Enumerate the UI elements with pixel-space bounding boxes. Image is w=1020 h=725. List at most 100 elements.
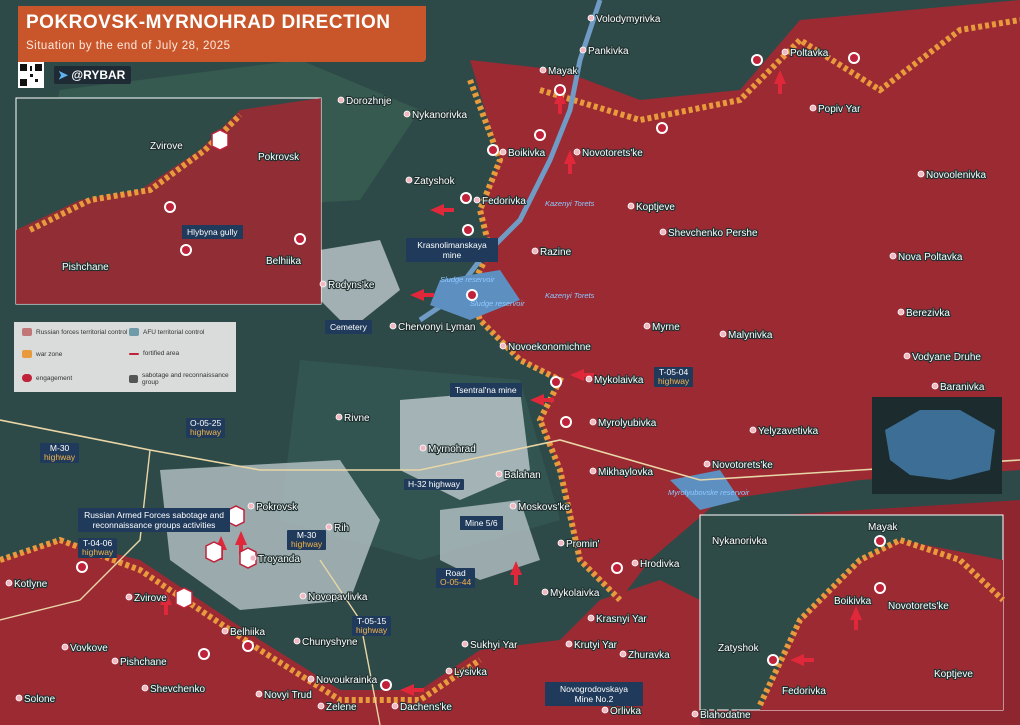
inset-left-label: Pokrovsk bbox=[258, 152, 300, 163]
settlement-marker bbox=[389, 322, 397, 330]
settlement-marker bbox=[405, 176, 413, 184]
settlement-marker bbox=[473, 196, 481, 204]
qr-code[interactable] bbox=[18, 62, 44, 88]
settlement-label: Novoolenivka bbox=[926, 170, 986, 181]
settlement-marker bbox=[247, 502, 255, 510]
highway-kind: highway bbox=[190, 427, 222, 437]
settlement-label: Novotorets'ke bbox=[712, 460, 773, 471]
settlement-marker bbox=[221, 627, 229, 635]
settlement-label: Myrne bbox=[652, 322, 680, 333]
legend-russian: Russian forces territorial control bbox=[22, 328, 127, 336]
legend-fortified-label: fortified area bbox=[143, 350, 180, 357]
settlement-marker bbox=[897, 308, 905, 316]
highway-tag: H-32 highway bbox=[404, 479, 464, 490]
brand-handle[interactable]: ➤ @RYBAR bbox=[54, 66, 132, 84]
map-stage: Volodymyrivka Pankivka Mayak Poltavka Popiv … bbox=[0, 0, 1020, 725]
settlement-label: Novopavlivka bbox=[308, 592, 368, 603]
highway-tag: M-30 highway bbox=[40, 443, 80, 463]
settlement-label: Rivne bbox=[344, 413, 370, 424]
settlement-marker bbox=[703, 460, 711, 468]
settlement-label: Promin' bbox=[566, 539, 600, 550]
highway-tag: O-05-25 highway bbox=[186, 418, 226, 438]
settlement-marker bbox=[499, 148, 507, 156]
legend-engagement: engagement bbox=[22, 374, 72, 382]
settlement-label: Berezivka bbox=[906, 308, 950, 319]
settlement-marker bbox=[601, 706, 609, 714]
callout-hlybyna: Hlybyna gully bbox=[182, 225, 243, 239]
legend-russian-label: Russian forces territorial control bbox=[36, 328, 128, 336]
settlement-marker bbox=[541, 588, 549, 596]
inset-left-label: Belhiika bbox=[266, 256, 301, 267]
settlement-marker bbox=[573, 148, 581, 156]
settlement-label: Pokrovsk bbox=[256, 502, 298, 513]
highway-kind: O-05-44 bbox=[440, 577, 472, 587]
settlement-label: Belhiika bbox=[230, 627, 265, 638]
settlement-marker bbox=[403, 110, 411, 118]
water-label: Kazenyi Torets bbox=[545, 199, 595, 208]
settlement-label: Fedorivka bbox=[482, 196, 526, 207]
highway-tag: T-04-06 highway bbox=[78, 538, 118, 558]
inset-left-label: Pishchane bbox=[62, 262, 109, 273]
settlement-marker bbox=[587, 14, 595, 22]
settlement-marker bbox=[61, 643, 69, 651]
settlement-label: Malynivka bbox=[728, 330, 773, 341]
settlement-marker bbox=[325, 523, 333, 531]
settlement-marker bbox=[255, 690, 263, 698]
settlement-marker bbox=[445, 667, 453, 675]
highway-kind: highway bbox=[44, 452, 76, 462]
water-label: Sludge reservoir bbox=[470, 299, 525, 308]
settlement-label: Troyanda bbox=[258, 554, 300, 565]
inset-left-label: Zvirove bbox=[150, 141, 183, 152]
legend-war-zone-label: war zone bbox=[36, 350, 63, 358]
settlement-label: Krasnyi Yar bbox=[596, 614, 647, 625]
settlement-label: Kotlyne bbox=[14, 579, 48, 590]
map-legend: Russian forces territorial control AFU t… bbox=[14, 322, 236, 392]
settlement-marker bbox=[307, 675, 315, 683]
settlement-label: Baranivka bbox=[940, 382, 985, 393]
settlement-marker bbox=[659, 228, 667, 236]
highway-kind: highway bbox=[658, 376, 690, 386]
page-title: POKROVSK-MYRNOHRAD DIRECTION bbox=[26, 12, 391, 33]
highway-tag: T-05-04 highway bbox=[654, 367, 694, 387]
settlement-label: Moskovs'ke bbox=[518, 502, 570, 513]
settlement-label: Novoekonomichne bbox=[508, 342, 591, 353]
settlement-marker bbox=[809, 104, 817, 112]
settlement-marker bbox=[903, 352, 911, 360]
highway-kind: highway bbox=[82, 547, 114, 557]
settlement-label: Dachens'ke bbox=[400, 702, 452, 713]
inset-right-label: Novotorets'ke bbox=[888, 601, 949, 612]
inset-right-label: Boikivka bbox=[834, 596, 872, 607]
settlement-label: Vodyane Druhe bbox=[912, 352, 981, 363]
settlement-label: Mikhaylovka bbox=[598, 467, 653, 478]
settlement-marker bbox=[589, 418, 597, 426]
settlement-marker bbox=[781, 48, 789, 56]
settlement-label: Myrnohrad bbox=[428, 444, 476, 455]
settlement-marker bbox=[557, 539, 565, 547]
settlement-marker bbox=[889, 252, 897, 260]
highway-kind: highway bbox=[291, 539, 323, 549]
settlement-label: Rih bbox=[334, 523, 349, 534]
settlement-marker bbox=[585, 375, 593, 383]
settlement-marker bbox=[539, 66, 547, 74]
settlement-marker bbox=[691, 710, 699, 718]
settlement-label: Zatyshok bbox=[414, 176, 456, 187]
settlement-label: Nova Poltavka bbox=[898, 252, 963, 263]
settlement-label: Chervonyi Lyman bbox=[398, 322, 475, 333]
settlement-marker bbox=[141, 684, 149, 692]
settlement-marker bbox=[391, 702, 399, 710]
settlement-marker bbox=[319, 280, 327, 288]
highway-tag: Road O-05-44 bbox=[436, 568, 476, 588]
settlement-marker bbox=[579, 46, 587, 54]
settlement-label: Zhuravka bbox=[628, 650, 670, 661]
settlement-label: Sukhyi Yar bbox=[470, 640, 518, 651]
settlement-marker bbox=[293, 637, 301, 645]
water-label: Myrolyubovske reservoir bbox=[668, 488, 750, 497]
inset-right-label: Fedorivka bbox=[782, 686, 826, 697]
highway-code: H-32 highway bbox=[408, 479, 460, 489]
settlement-label: Orlivka bbox=[610, 706, 642, 717]
settlement-marker bbox=[931, 382, 939, 390]
settlement-label: Blahodatne bbox=[700, 710, 751, 721]
settlement-label: Koptjeve bbox=[636, 202, 675, 213]
settlement-label: Shevchenko bbox=[150, 684, 205, 695]
settlement-label: Mykolaivka bbox=[594, 375, 644, 386]
